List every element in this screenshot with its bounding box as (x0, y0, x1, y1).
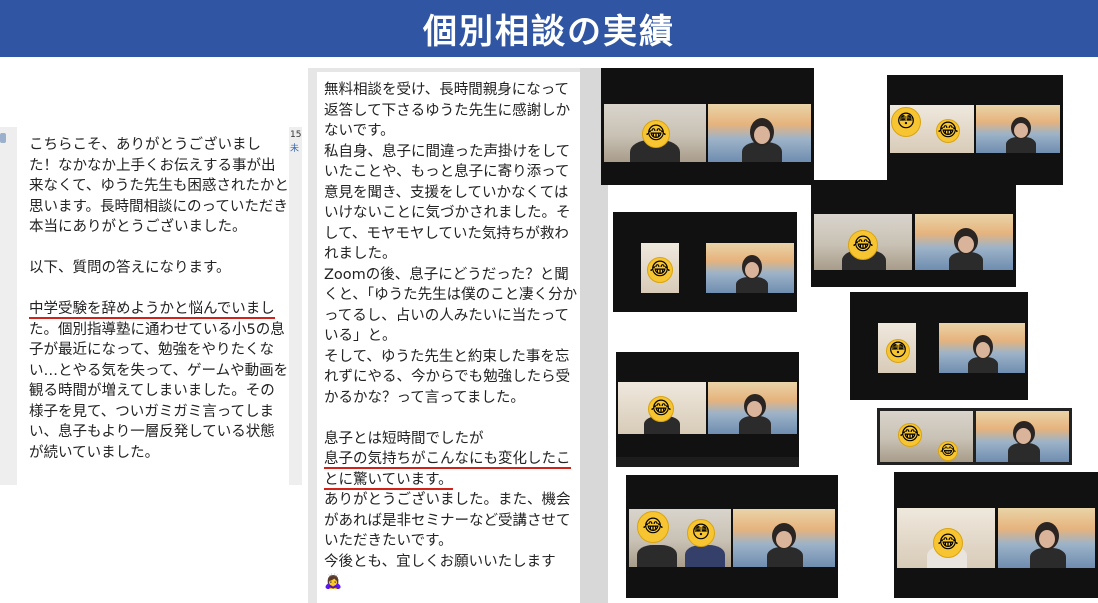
zoom-screenshot-3: 😂 (613, 212, 797, 312)
mid-paragraph-3: ありがとうございました。また、機会があれば是非セミナーなど受講させていただきたい… (324, 492, 571, 570)
left-paragraph-3: た。個別指導塾に通わせている小5の息子が最近になって、勉強をやりたくない…とやる… (29, 321, 289, 461)
zoom-tile-teacher (976, 105, 1060, 153)
laughing-emoji-icon: 😂 (848, 230, 878, 260)
laughing-emoji-icon: 😂 (938, 441, 958, 461)
zoom-tile-client: 😂 (641, 243, 679, 293)
zoom-tile-teacher (706, 243, 794, 293)
surprised-emoji-icon: 😳 (886, 339, 910, 363)
zoom-screenshot-1: 😂 (601, 68, 814, 185)
zoom-screenshot-7: 😂 😂 (877, 408, 1072, 465)
left-paragraph-2: 以下、質問の答えになります。 (29, 260, 231, 276)
zoom-tile-teacher (976, 411, 1069, 462)
zoom-tile-client: 😂 😳 (629, 509, 731, 567)
zoom-tile-client: 😂 (897, 508, 995, 568)
page-header: 個別相談の実績 (0, 0, 1098, 57)
zoom-tile-teacher (733, 509, 835, 567)
left-message-text: こちらこそ、ありがとうございました！なかなか上手くお伝えする事が出来なくて、ゆう… (29, 135, 289, 463)
zoom-tile-teacher (915, 214, 1013, 270)
laughing-emoji-icon: 😂 (642, 120, 670, 148)
zoom-tile-teacher (998, 508, 1095, 568)
zoom-tile-client: 😂 (814, 214, 912, 270)
zoom-screenshot-9: 😂 (894, 472, 1098, 598)
mid-underlined-text: 息子の気持ちがこんなにも変化したことに驚いています。 (324, 451, 571, 490)
zoom-tile-teacher (708, 382, 797, 434)
side-meta: 15 未 (290, 128, 302, 156)
avatar (0, 133, 6, 143)
laughing-emoji-icon: 😂 (898, 423, 922, 447)
laughing-emoji-icon: 😂 (648, 396, 674, 422)
middle-chat-bubble: 無料相談を受け、長時間親身になって返答して下さるゆうた先生に感謝しかないです。 … (317, 72, 580, 603)
zoom-screenshot-2: 😳 😂 (887, 75, 1063, 185)
zoom-tile-client: 😳 😂 (890, 105, 974, 153)
zoom-screenshot-8: 😂 😳 (626, 475, 838, 598)
laughing-emoji-icon: 😂 (936, 119, 960, 143)
side-meta-status: 未 (290, 144, 300, 154)
zoom-toolbar (616, 457, 799, 467)
laughing-emoji-icon: 😂 (933, 528, 963, 558)
zoom-screenshot-6: 😂 (616, 352, 799, 467)
mid-paragraph-1: 無料相談を受け、長時間親身になって返答して下さるゆうた先生に感謝しかないです。 … (324, 82, 578, 406)
surprised-emoji-icon: 😳 (687, 519, 715, 547)
bowing-emoji: 🙇‍♀️ (324, 574, 343, 590)
zoom-tile-teacher (708, 104, 811, 162)
left-chat-bubble: こちらこそ、ありがとうございました！なかなか上手くお伝えする事が出来なくて、ゆう… (17, 127, 289, 485)
surprised-emoji-icon: 😳 (891, 107, 921, 137)
mid-paragraph-2: 息子とは短時間でしたが (324, 430, 484, 447)
side-meta-time: 15 (290, 130, 302, 140)
left-paragraph-1: こちらこそ、ありがとうございました！なかなか上手くお伝えする事が出来なくて、ゆう… (29, 137, 289, 235)
zoom-tile-teacher (939, 323, 1025, 373)
left-chat-panel: こちらこそ、ありがとうございました！なかなか上手くお伝えする事が出来なくて、ゆう… (0, 127, 302, 485)
laughing-emoji-icon: 😂 (637, 511, 669, 543)
zoom-screenshot-4: 😂 (811, 180, 1016, 287)
zoom-tile-client: 😂 (618, 382, 706, 434)
middle-message-text: 無料相談を受け、長時間親身になって返答して下さるゆうた先生に感謝しかないです。 … (324, 80, 580, 593)
zoom-tile-client: 😂 (604, 104, 706, 162)
zoom-tile-client: 😂 😂 (880, 411, 973, 462)
left-underlined-text: 中学受験を辞めようかと悩んでいまし (29, 301, 275, 319)
laughing-emoji-icon: 😂 (647, 257, 673, 283)
page-title: 個別相談の実績 (423, 12, 675, 52)
zoom-tile-client: 😳 (878, 323, 916, 373)
zoom-screenshot-5: 😳 (850, 292, 1028, 400)
